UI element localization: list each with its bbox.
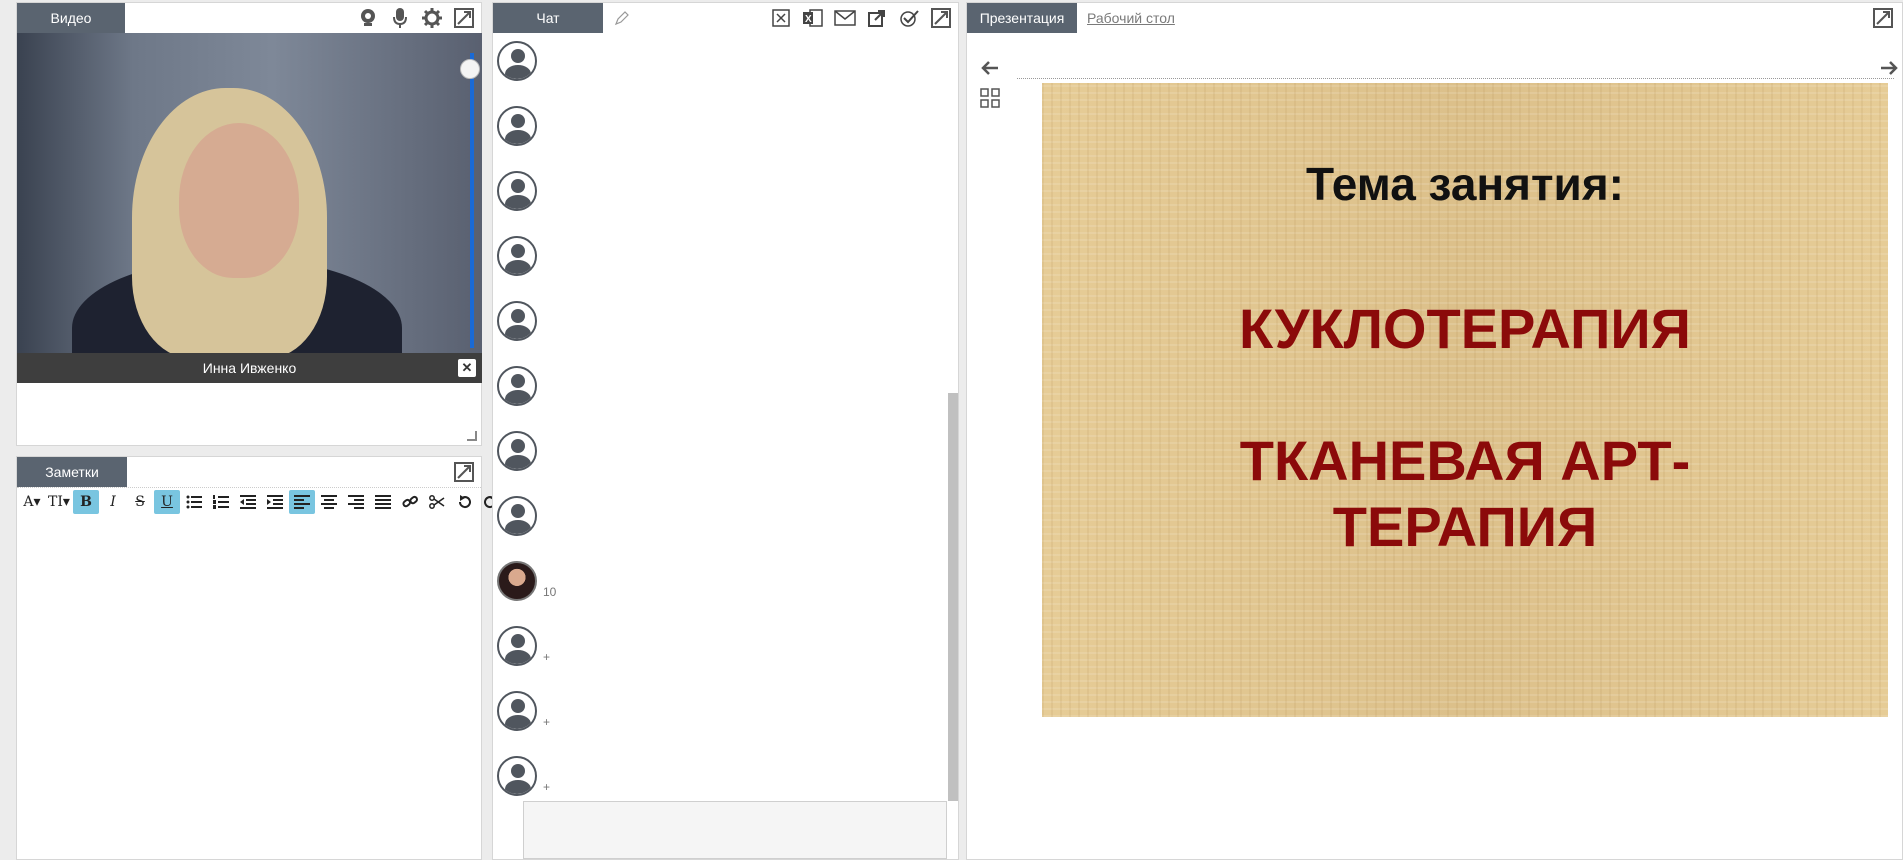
bullet-list-icon[interactable] (181, 490, 207, 514)
chat-message (497, 490, 543, 536)
chat-message (497, 35, 543, 81)
italic-button[interactable]: I (100, 490, 126, 514)
chat-panel: Чат X 10 + + + (492, 2, 959, 860)
user-avatar-icon[interactable] (497, 301, 537, 341)
text-size-button[interactable]: TI▾ (46, 490, 72, 514)
tab-desktop[interactable]: Рабочий стол (1087, 3, 1175, 33)
notes-editor[interactable] (21, 519, 477, 855)
numbered-list-icon[interactable] (208, 490, 234, 514)
tab-presentation[interactable]: Презентация (967, 3, 1077, 33)
user-avatar-icon[interactable] (497, 626, 537, 666)
underline-button[interactable]: U (154, 490, 180, 514)
arrow-right-icon[interactable] (1878, 57, 1900, 79)
close-video-button[interactable]: ✕ (458, 359, 476, 377)
align-left-icon[interactable] (289, 490, 315, 514)
chat-message-text: + (543, 715, 551, 729)
presentation-panel: Презентация Рабочий стол Тема занятия: К… (966, 2, 1903, 860)
outdent-icon[interactable] (235, 490, 261, 514)
chat-input[interactable] (523, 801, 947, 859)
user-avatar-icon[interactable] (497, 756, 537, 796)
resize-grip-icon[interactable] (467, 431, 477, 441)
mail-icon[interactable] (834, 7, 856, 29)
indent-icon[interactable] (262, 490, 288, 514)
chat-scrollbar[interactable] (948, 393, 958, 801)
user-avatar-icon[interactable] (497, 41, 537, 81)
chat-message: + (497, 750, 550, 796)
scissors-icon[interactable] (424, 490, 450, 514)
slide-nav-divider (1017, 78, 1894, 79)
user-avatar-icon[interactable] (497, 171, 537, 211)
bold-button[interactable]: B (73, 490, 99, 514)
chat-message (497, 295, 543, 341)
webcam-icon[interactable] (357, 7, 379, 29)
notes-panel: Заметки A▾ TI▾ B I S U (16, 456, 497, 860)
pencil-icon[interactable] (611, 7, 633, 29)
chat-message: + (497, 685, 550, 731)
chat-message-text: + (543, 650, 551, 664)
presentation-slide: Тема занятия: КУКЛОТЕРАПИЯ ТКАНЕВАЯ АРТ-… (1042, 83, 1888, 717)
microphone-icon[interactable] (389, 7, 411, 29)
link-icon[interactable] (397, 490, 423, 514)
user-avatar-icon[interactable] (497, 561, 537, 601)
chat-message (497, 360, 543, 406)
slide-heading-2: ТКАНЕВАЯ АРТ-ТЕРАПИЯ (1042, 428, 1888, 560)
excel-export-icon[interactable]: X (802, 7, 824, 29)
align-right-icon[interactable] (343, 490, 369, 514)
participant-name-bar: Инна Ивженко ✕ (17, 353, 482, 383)
align-justify-icon[interactable] (370, 490, 396, 514)
notes-header-icons (453, 461, 475, 483)
tab-notes[interactable]: Заметки (17, 457, 127, 487)
notes-toolbar: A▾ TI▾ B I S U (17, 487, 497, 516)
chat-message (497, 165, 543, 211)
gear-icon[interactable] (421, 7, 443, 29)
volume-slider-handle[interactable] (460, 58, 480, 79)
expand-icon[interactable] (453, 461, 475, 483)
expand-icon[interactable] (1872, 7, 1894, 29)
chat-message: 10 (497, 555, 556, 601)
user-avatar-icon[interactable] (497, 106, 537, 146)
chat-message-list[interactable]: 10 + + + (493, 33, 948, 801)
expand-icon[interactable] (453, 7, 475, 29)
user-avatar-icon[interactable] (497, 431, 537, 471)
undo-icon[interactable] (451, 490, 477, 514)
video-panel: Видео Инна Ивженко ✕ (16, 2, 482, 446)
video-person-face (179, 123, 299, 278)
volume-slider-track[interactable] (470, 53, 474, 348)
chat-message-text: + (543, 780, 551, 794)
slide-heading-2-text: ТКАНЕВАЯ АРТ-ТЕРАПИЯ (1239, 429, 1691, 558)
video-feed (17, 33, 482, 353)
user-avatar-icon[interactable] (497, 366, 537, 406)
slide-title: Тема занятия: (1305, 158, 1624, 210)
user-avatar-icon[interactable] (497, 496, 537, 536)
checkmark-icon[interactable] (898, 7, 920, 29)
chat-message (497, 230, 543, 276)
chat-header-icons: X (770, 7, 952, 29)
chat-message (497, 100, 543, 146)
video-header-icons (357, 7, 475, 29)
thumbnail-grid-icon[interactable] (979, 87, 1001, 109)
popout-icon[interactable] (866, 7, 888, 29)
tab-chat[interactable]: Чат (493, 3, 603, 33)
svg-text:X: X (805, 14, 812, 25)
user-avatar-icon[interactable] (497, 236, 537, 276)
participant-name: Инна Ивженко (202, 360, 297, 376)
chat-message: + (497, 620, 550, 666)
clear-chat-icon[interactable] (770, 7, 792, 29)
tab-video[interactable]: Видео (17, 3, 125, 33)
chat-message-text: 10 (543, 585, 557, 599)
slide-heading-1: КУКЛОТЕРАПИЯ (1239, 297, 1691, 360)
expand-icon[interactable] (930, 7, 952, 29)
align-center-icon[interactable] (316, 490, 342, 514)
font-color-button[interactable]: A▾ (19, 490, 45, 514)
strikethrough-button[interactable]: S (127, 490, 153, 514)
arrow-left-icon[interactable] (979, 57, 1001, 79)
chat-message (497, 425, 543, 471)
user-avatar-icon[interactable] (497, 691, 537, 731)
